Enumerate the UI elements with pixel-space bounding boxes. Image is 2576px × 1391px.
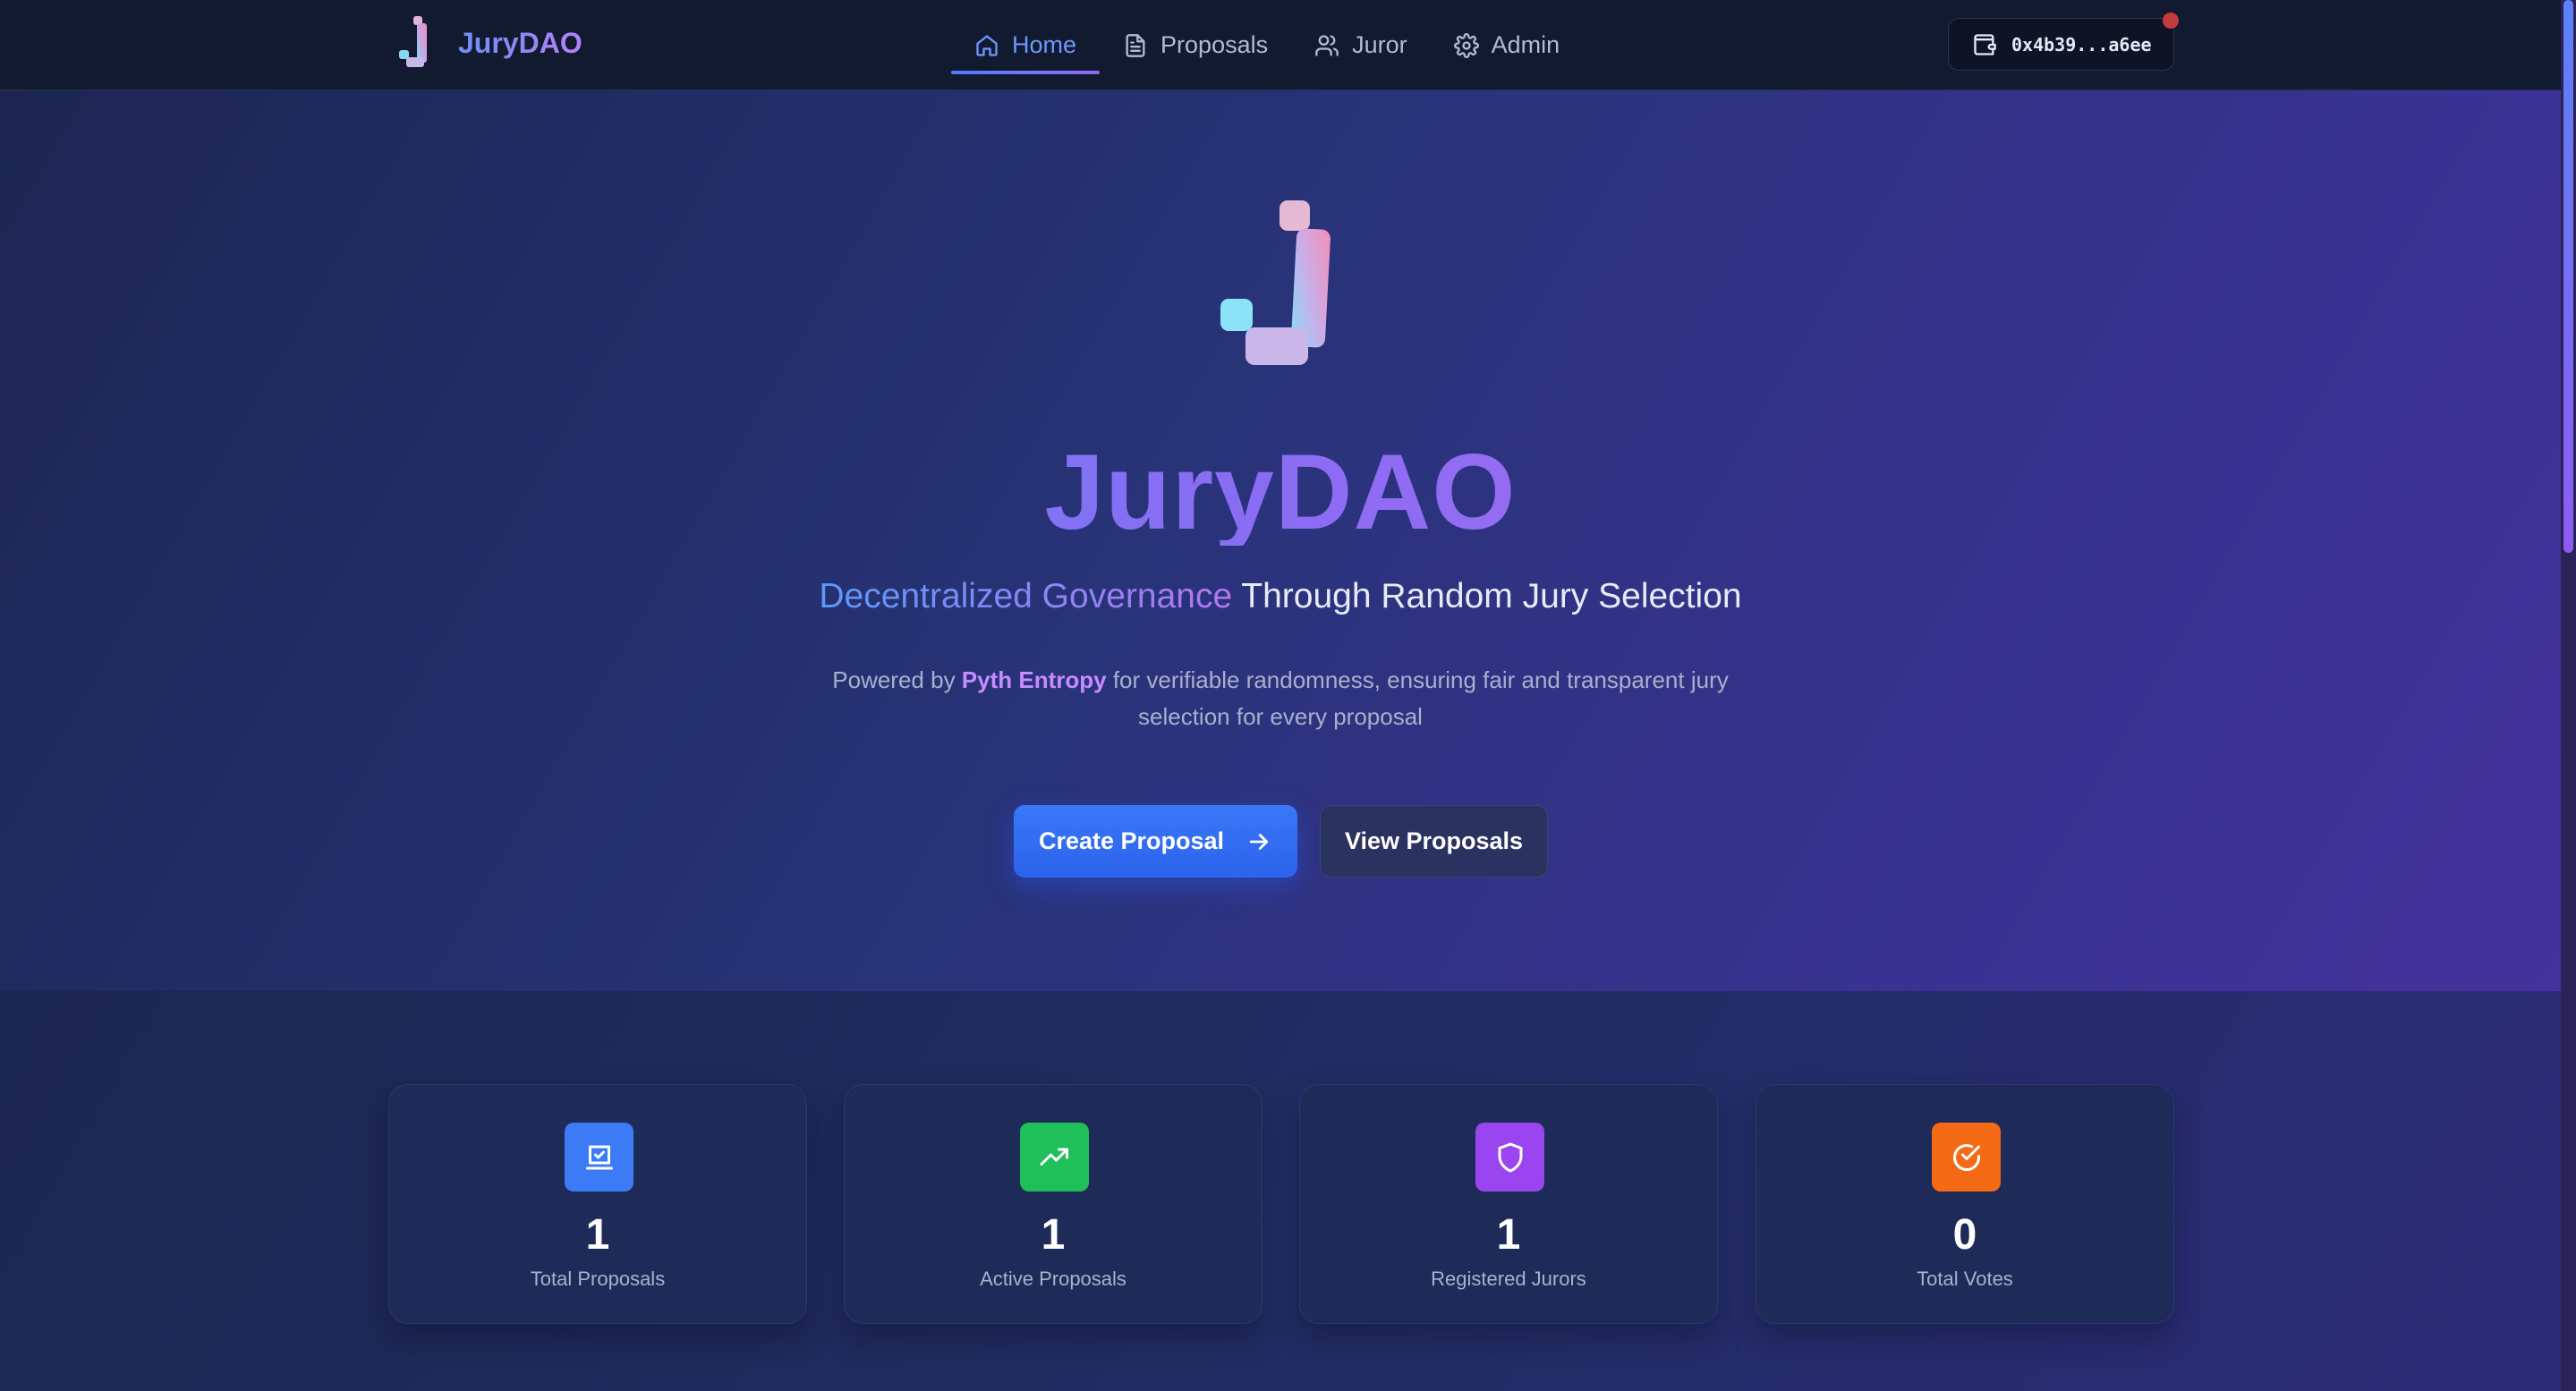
main-nav: Home Proposals Juror Admin: [951, 0, 1583, 90]
wallet-status-indicator: [2163, 13, 2179, 29]
pyth-entropy-highlight: Pyth Entropy: [961, 666, 1107, 693]
users-icon: [1315, 34, 1339, 56]
stat-icon-box: [1020, 1123, 1089, 1192]
nav-proposals-label: Proposals: [1160, 31, 1269, 58]
home-icon: [976, 34, 998, 56]
stat-card-registered-jurors: 1 Registered Jurors: [1299, 1084, 1718, 1324]
nav-home-label: Home: [1012, 31, 1077, 58]
stat-card-active-proposals: 1 Active Proposals: [844, 1084, 1262, 1324]
top-navbar: JuryDAO Home Proposals Juror Admin 0x4b3…: [0, 0, 2561, 90]
stat-card-total-votes: 0 Total Votes: [1756, 1084, 2174, 1324]
gear-icon: [1453, 32, 1479, 58]
brand-link[interactable]: JuryDAO: [394, 14, 582, 72]
trending-up-icon: [1040, 1148, 1068, 1166]
stats-section: 1 Total Proposals 1 Active Proposals 1 R…: [0, 991, 2561, 1391]
stat-label: Active Proposals: [980, 1268, 1126, 1290]
stat-label: Registered Jurors: [1431, 1268, 1586, 1290]
hero-subtitle-highlight: Decentralized Governance: [819, 577, 1233, 615]
stat-value: 1: [1496, 1211, 1521, 1259]
document-icon: [1126, 33, 1145, 57]
stat-label: Total Proposals: [530, 1268, 666, 1290]
hero-description: Powered by Pyth Entropy for verifiable r…: [832, 662, 1729, 735]
create-proposal-label: Create Proposal: [1038, 827, 1225, 854]
stat-value: 1: [1041, 1211, 1066, 1259]
wallet-button[interactable]: 0x4b39...a6ee: [1948, 18, 2174, 71]
hero-subtitle: Decentralized Governance Through Random …: [0, 575, 2561, 618]
hero-section: JuryDAO Decentralized Governance Through…: [0, 90, 2561, 991]
ballot-icon: [585, 1145, 613, 1169]
nav-juror[interactable]: Juror: [1291, 0, 1431, 90]
stat-icon-box: [1932, 1123, 2001, 1192]
nav-proposals[interactable]: Proposals: [1100, 0, 1291, 90]
arrow-right-icon: [1249, 833, 1269, 850]
stat-icon-box: [565, 1123, 633, 1192]
view-proposals-label: View Proposals: [1344, 827, 1524, 854]
nav-juror-label: Juror: [1352, 31, 1407, 58]
hero-subtitle-rest: Through Random Jury Selection: [1232, 577, 1742, 615]
jurydao-logo-icon: [399, 16, 427, 67]
wallet-address: 0x4b39...a6ee: [2011, 33, 2152, 55]
stat-value: 0: [1952, 1211, 1977, 1259]
nav-admin-label: Admin: [1491, 31, 1560, 58]
stat-label: Total Votes: [1917, 1268, 2013, 1290]
wallet-icon: [1974, 33, 1996, 55]
hero-title: JuryDAO: [0, 438, 2561, 546]
nav-admin[interactable]: Admin: [1431, 0, 1584, 90]
view-proposals-button[interactable]: View Proposals: [1320, 805, 1548, 878]
stat-value: 1: [585, 1211, 610, 1259]
hero-description-suffix: for verifiable randomness, ensuring fair…: [1106, 666, 1729, 730]
page-scrollbar-thumb[interactable]: [2563, 0, 2573, 553]
stat-card-total-proposals: 1 Total Proposals: [388, 1084, 807, 1324]
hero-description-prefix: Powered by: [832, 666, 962, 693]
check-circle-icon: [1952, 1143, 1980, 1171]
stat-icon-box: [1475, 1123, 1544, 1192]
brand-name: JuryDAO: [458, 26, 582, 59]
shield-icon: [1498, 1142, 1522, 1172]
nav-home[interactable]: Home: [951, 0, 1101, 90]
jurydao-hero-logo-icon: [1220, 200, 1331, 365]
create-proposal-button[interactable]: Create Proposal: [1014, 805, 1297, 878]
